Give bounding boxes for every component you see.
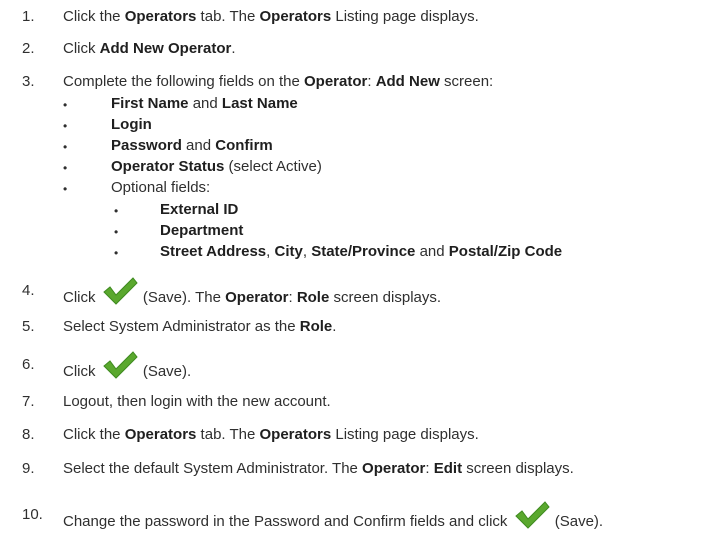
bullet-text: First Name and Last Name <box>111 95 298 112</box>
step-text: Complete the following fields on the Ope… <box>63 73 494 90</box>
sub-bullet-icon: • <box>114 225 119 239</box>
step-number: 3. <box>22 73 35 90</box>
step-text: Change the password in the Password and … <box>63 500 603 531</box>
bullet-text: Password and Confirm <box>111 137 273 154</box>
bullet-icon: • <box>63 140 68 154</box>
bullet-icon: • <box>63 182 68 196</box>
step-number: 9. <box>22 460 35 477</box>
bullet-text: Operator Status (select Active) <box>111 158 322 175</box>
sub-bullet-icon: • <box>114 204 119 218</box>
bullet-icon: • <box>63 161 68 175</box>
step-text: Click the Operators tab. The Operators L… <box>63 8 479 25</box>
checkmark-save-icon <box>102 276 138 306</box>
step-number: 1. <box>22 8 35 25</box>
instruction-document: 1. Click the Operators tab. The Operator… <box>0 0 722 551</box>
step-number: 6. <box>22 356 35 373</box>
step-number: 2. <box>22 40 35 57</box>
sub-bullet-text: Street Address, City, State/Province and… <box>160 243 563 260</box>
checkmark-save-icon <box>102 350 138 380</box>
bullet-icon: • <box>63 98 68 112</box>
step-number: 4. <box>22 282 35 299</box>
step-number: 10. <box>22 506 43 523</box>
sub-bullet-text: Department <box>160 222 244 239</box>
sub-bullet-text: External ID <box>160 201 239 218</box>
step-text: Select System Administrator as the Role. <box>63 318 337 335</box>
step-text: Select the default System Administrator.… <box>63 460 574 477</box>
step-text: Click (Save). <box>63 350 191 381</box>
bullet-text: Optional fields: <box>111 179 211 196</box>
step-text: Click (Save). The Operator: Role screen … <box>63 276 441 307</box>
step-text: Click Add New Operator. <box>63 40 236 57</box>
step-text: Logout, then login with the new account. <box>63 393 331 410</box>
sub-bullet-icon: • <box>114 246 119 260</box>
step-number: 7. <box>22 393 35 410</box>
bullet-icon: • <box>63 119 68 133</box>
step-text: Click the Operators tab. The Operators L… <box>63 426 479 443</box>
checkmark-save-icon <box>514 500 550 530</box>
bullet-text: Login <box>111 116 152 133</box>
step-number: 5. <box>22 318 35 335</box>
step-number: 8. <box>22 426 35 443</box>
